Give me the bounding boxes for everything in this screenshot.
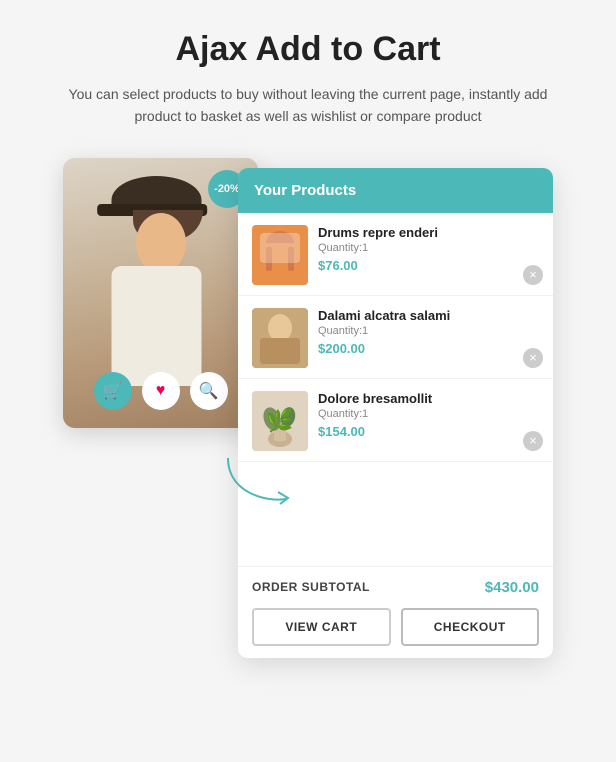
remove-item-button[interactable]: × [523,348,543,368]
cart-item: Dalami alcatra salami Quantity:1 $200.00… [238,296,553,379]
cart-item-info: Drums repre enderi Quantity:1 $76.00 [318,225,539,273]
cart-item-price: $154.00 [318,424,539,439]
cart-item-name: Dalami alcatra salami [318,308,539,323]
cart-item-name: Drums repre enderi [318,225,539,240]
cart-item-quantity: Quantity:1 [318,408,539,420]
arrow-indicator [218,448,298,513]
cart-footer: ORDER SUBTOTAL $430.00 VIEW CART CHECKOU… [238,566,553,658]
quick-view-button[interactable]: 🔍 [190,372,228,410]
demo-container: -20% 🛒 ♥ 🔍 Your Products [63,158,553,668]
subtotal-amount: $430.00 [485,579,539,596]
remove-item-button[interactable]: × [523,431,543,451]
order-subtotal: ORDER SUBTOTAL $430.00 [252,579,539,596]
page-title: Ajax Add to Cart [175,30,440,69]
cart-item-quantity: Quantity:1 [318,242,539,254]
subtotal-label: ORDER SUBTOTAL [252,580,370,594]
cart-item-image [252,308,308,368]
cart-items-list[interactable]: Drums repre enderi Quantity:1 $76.00 × D… [238,213,553,566]
page-subtitle: You can select products to buy without l… [48,83,568,128]
cart-panel: Your Products Drums repre enderi Q [238,168,553,658]
cart-item-name: Dolore bresamollit [318,391,539,406]
cart-item-price: $200.00 [318,341,539,356]
checkout-button[interactable]: CHECKOUT [401,608,540,646]
cart-header: Your Products [238,168,553,213]
cart-item-quantity: Quantity:1 [318,325,539,337]
cart-item-price: $76.00 [318,258,539,273]
cart-action-buttons: VIEW CART CHECKOUT [252,608,539,646]
product-card: -20% 🛒 ♥ 🔍 [63,158,258,428]
cart-item: Drums repre enderi Quantity:1 $76.00 × [238,213,553,296]
cart-item-image [252,391,308,451]
cart-item-info: Dalami alcatra salami Quantity:1 $200.00 [318,308,539,356]
cart-item-image [252,225,308,285]
cart-item-info: Dolore bresamollit Quantity:1 $154.00 [318,391,539,439]
view-cart-button[interactable]: VIEW CART [252,608,391,646]
product-actions: 🛒 ♥ 🔍 [63,372,258,410]
add-to-wishlist-button[interactable]: ♥ [142,372,180,410]
remove-item-button[interactable]: × [523,265,543,285]
add-to-cart-button[interactable]: 🛒 [94,372,132,410]
